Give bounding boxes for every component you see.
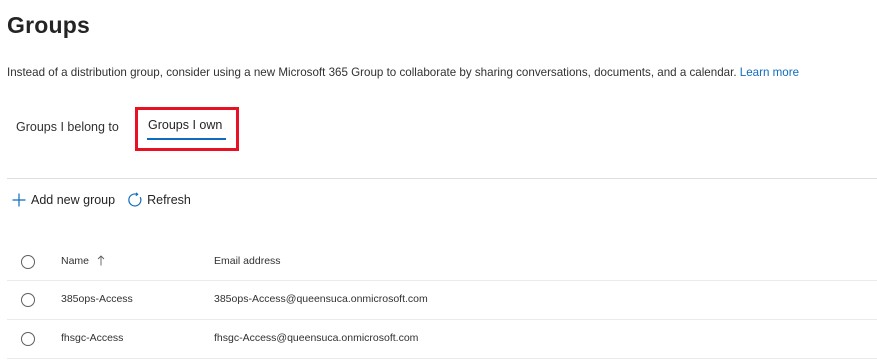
tab-list: Groups I belong to Groups I own [0, 107, 877, 151]
refresh-icon [128, 192, 142, 207]
tab-groups-i-own[interactable]: Groups I own [135, 107, 239, 151]
arrow-up-icon [97, 255, 105, 266]
divider [7, 178, 877, 179]
column-header-email[interactable]: Email address [214, 255, 281, 267]
group-name[interactable]: fhsgc-Access [61, 332, 123, 344]
intro-paragraph: Instead of a distribution group, conside… [7, 66, 799, 79]
tab-label: Groups I belong to [16, 120, 119, 134]
add-new-group-button[interactable]: Add new group [11, 192, 115, 208]
tab-groups-i-belong-to[interactable]: Groups I belong to [16, 112, 119, 148]
group-email: fhsgc-Access@queensuca.onmicrosoft.com [214, 332, 419, 344]
table-header-row: Name Email address [7, 243, 877, 281]
intro-text: Instead of a distribution group, conside… [7, 66, 737, 79]
group-name[interactable]: 385ops-Access [61, 293, 133, 305]
select-all-radio[interactable] [21, 255, 35, 269]
group-email: 385ops-Access@queensuca.onmicrosoft.com [214, 293, 428, 305]
row-select-radio[interactable] [21, 332, 35, 346]
plus-icon [12, 193, 26, 207]
learn-more-link[interactable]: Learn more [740, 66, 799, 79]
page-title: Groups [7, 12, 90, 38]
refresh-label: Refresh [147, 193, 191, 207]
table-row[interactable]: 385ops-Access 385ops-Access@queensuca.on… [7, 281, 877, 320]
table-row[interactable]: fhsgc-Access fhsgc-Access@queensuca.onmi… [7, 320, 877, 359]
add-new-group-label: Add new group [31, 193, 116, 207]
row-select-radio[interactable] [21, 293, 35, 307]
refresh-button[interactable]: Refresh [127, 192, 191, 208]
groups-table: Name Email address 385ops-Access 385ops-… [7, 243, 877, 359]
selected-tab-underline [147, 138, 226, 140]
column-header-name[interactable]: Name [61, 255, 105, 267]
tab-label: Groups I own [148, 118, 223, 132]
toolbar: Add new group Refresh [11, 190, 191, 210]
column-header-name-label: Name [61, 255, 90, 267]
